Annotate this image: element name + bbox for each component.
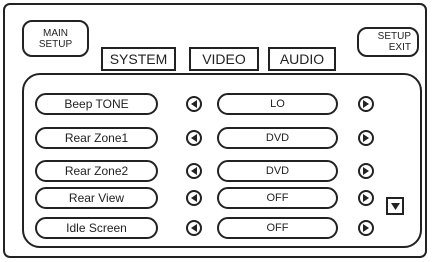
setting-row-rear-view: Rear View OFF [0,187,432,209]
setting-value-display[interactable]: LO [217,93,338,115]
tab-system-label: SYSTEM [109,51,168,67]
main-setup-label-line1: MAIN [43,27,68,39]
tab-system[interactable]: SYSTEM [101,47,176,71]
setting-label-button[interactable]: Rear Zone2 [35,160,158,182]
next-value-button[interactable] [358,96,374,112]
setting-value: OFF [266,222,289,234]
setup-exit-button[interactable]: SETUP EXIT [357,27,419,57]
next-value-button[interactable] [358,220,374,236]
next-value-button[interactable] [358,163,374,179]
setting-label: Beep TONE [64,97,129,111]
prev-value-button[interactable] [186,96,202,112]
setting-value-display[interactable]: DVD [217,127,338,149]
setting-label-button[interactable]: Rear View [35,187,158,209]
setting-label: Idle Screen [66,221,127,235]
prev-value-button[interactable] [186,130,202,146]
left-triangle-icon [191,134,197,142]
setting-value-display[interactable]: OFF [217,187,338,209]
tab-audio[interactable]: AUDIO [268,47,336,71]
left-triangle-icon [191,167,197,175]
left-triangle-icon [191,100,197,108]
setting-label: Rear Zone2 [64,164,129,178]
right-triangle-icon [363,134,369,142]
right-triangle-icon [363,194,369,202]
left-triangle-icon [191,194,197,202]
setting-value: DVD [265,132,290,144]
left-triangle-icon [191,224,197,232]
tab-audio-label: AUDIO [279,51,325,67]
setting-value: DVD [265,165,290,177]
main-setup-button[interactable]: MAIN SETUP [22,20,89,57]
setting-row-rear-zone2: Rear Zone2 DVD [0,160,432,182]
setting-label: Rear View [68,191,125,205]
next-value-button[interactable] [358,190,374,206]
setting-label-button[interactable]: Beep TONE [35,93,158,115]
setting-value: OFF [266,192,289,204]
setting-row-rear-zone1: Rear Zone1 DVD [0,127,432,149]
setting-row-beep-tone: Beep TONE LO [0,93,432,115]
setting-value: LO [270,98,285,110]
right-triangle-icon [363,224,369,232]
prev-value-button[interactable] [186,163,202,179]
tab-video[interactable]: VIDEO [189,47,259,71]
setting-label-button[interactable]: Idle Screen [35,217,158,239]
prev-value-button[interactable] [186,190,202,206]
setup-exit-label-line1: SETUP [377,31,411,42]
setting-value-display[interactable]: DVD [217,160,338,182]
tab-video-label: VIDEO [202,51,246,67]
prev-value-button[interactable] [186,220,202,236]
right-triangle-icon [363,167,369,175]
setting-label: Rear Zone1 [64,131,129,145]
setting-label-button[interactable]: Rear Zone1 [35,127,158,149]
main-setup-label-line2: SETUP [38,38,73,50]
right-triangle-icon [363,100,369,108]
setup-exit-label-line2: EXIT [388,42,411,53]
setting-value-display[interactable]: OFF [217,217,338,239]
setting-row-idle-screen: Idle Screen OFF [0,217,432,239]
next-value-button[interactable] [358,130,374,146]
scroll-down-button[interactable] [386,197,404,215]
down-triangle-icon [390,202,400,210]
